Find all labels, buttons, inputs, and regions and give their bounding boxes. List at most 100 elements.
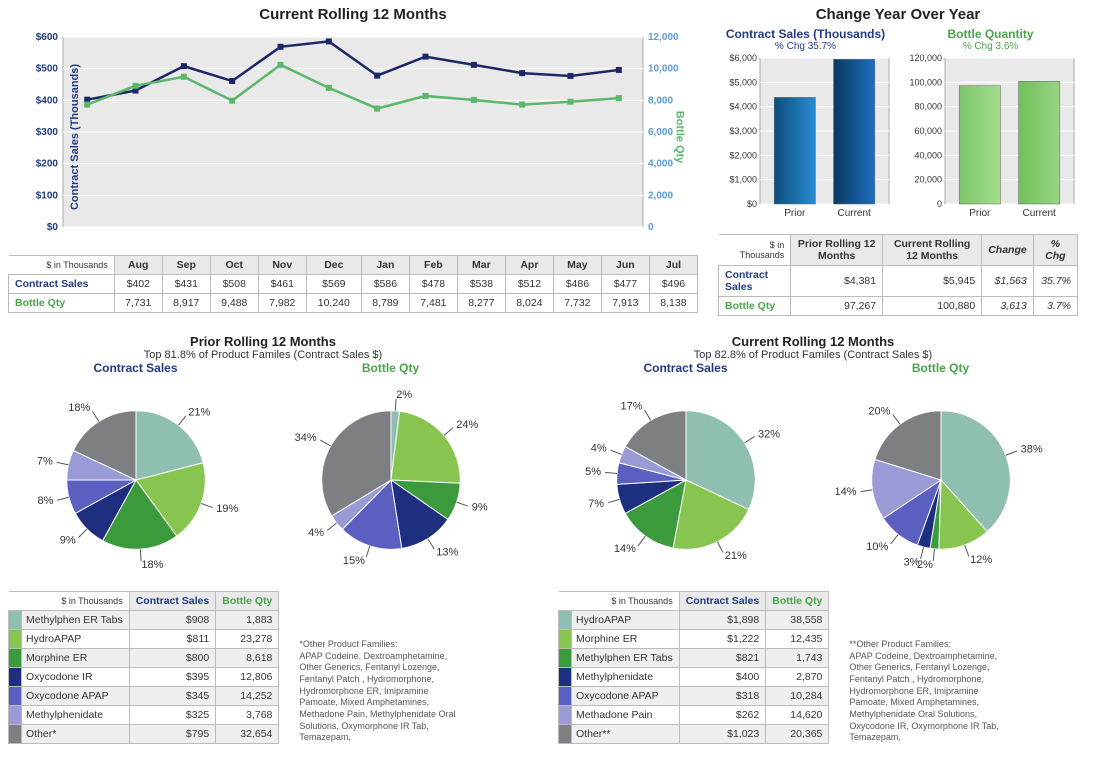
table-row: Other*$79532,654 bbox=[9, 725, 279, 744]
cs-row-label: Contract Sales bbox=[9, 275, 115, 294]
svg-text:40,000: 40,000 bbox=[914, 150, 942, 160]
bq-cell: 10,240 bbox=[306, 294, 361, 313]
cs-cell: $586 bbox=[361, 275, 409, 294]
pie-subtitle: Top 82.8% of Product Familes (Contract S… bbox=[558, 349, 1068, 361]
cs-value: $395 bbox=[129, 668, 216, 687]
bq-value: 10,284 bbox=[766, 687, 829, 706]
cs-value: $908 bbox=[129, 611, 216, 630]
month-header: Mar bbox=[457, 256, 505, 275]
pie-subtitle: Top 81.8% of Product Familes (Contract S… bbox=[8, 349, 518, 361]
month-header: Nov bbox=[258, 256, 306, 275]
product-name: Morphine ER bbox=[572, 630, 680, 649]
prior-pie-panel: Prior Rolling 12 MonthsTop 81.8% of Prod… bbox=[8, 334, 518, 744]
color-swatch bbox=[9, 649, 22, 668]
product-name: Methylphen ER Tabs bbox=[22, 611, 130, 630]
svg-text:$1,000: $1,000 bbox=[729, 175, 757, 185]
svg-text:2,000: 2,000 bbox=[648, 190, 673, 201]
bq-value: 2,870 bbox=[766, 668, 829, 687]
yoy-cs-cell: $1,563 bbox=[982, 266, 1034, 297]
month-header: Jul bbox=[649, 256, 697, 275]
product-table: $ in ThousandsContract SalesBottle QtyMe… bbox=[8, 591, 279, 744]
svg-text:$400: $400 bbox=[36, 95, 59, 106]
table-row: HydroAPAP$1,89838,558 bbox=[559, 611, 829, 630]
product-name: Methadone Pain bbox=[572, 706, 680, 725]
color-swatch bbox=[9, 630, 22, 649]
pie-title: Current Rolling 12 Months bbox=[558, 334, 1068, 349]
svg-text:38%: 38% bbox=[1020, 444, 1042, 456]
yoy-bq-bar-chart: 020,00040,00060,00080,000100,000120,000P… bbox=[903, 52, 1078, 222]
svg-text:14%: 14% bbox=[613, 543, 635, 555]
product-table: $ in ThousandsContract SalesBottle QtyHy… bbox=[558, 591, 829, 744]
color-swatch bbox=[9, 706, 22, 725]
footnote: **Other Product Families:APAP Codeine, D… bbox=[849, 639, 1009, 744]
product-name: Methylphen ER Tabs bbox=[572, 649, 680, 668]
col-bottle-qty: Bottle Qty bbox=[766, 592, 829, 611]
line-chart: $00$1002,000$2004,000$3006,000$4008,000$… bbox=[8, 27, 698, 247]
table-row: Methylphenidate$4002,870 bbox=[559, 668, 829, 687]
svg-text:7%: 7% bbox=[36, 455, 52, 467]
svg-text:$500: $500 bbox=[36, 64, 59, 75]
table-row: Oxycodone APAP$34514,252 bbox=[9, 687, 279, 706]
cs-cell: $512 bbox=[505, 275, 553, 294]
col-bottle-qty: Bottle Qty bbox=[216, 592, 279, 611]
yoy-bq-label: Bottle Quantity bbox=[903, 27, 1078, 41]
cs-value: $800 bbox=[129, 649, 216, 668]
svg-text:Prior: Prior bbox=[969, 208, 991, 219]
color-swatch bbox=[9, 725, 22, 744]
cs-cell: $477 bbox=[601, 275, 649, 294]
svg-text:7%: 7% bbox=[588, 498, 604, 510]
svg-text:$100: $100 bbox=[36, 190, 59, 201]
table-row: Methylphenidate$3253,768 bbox=[9, 706, 279, 725]
svg-text:$0: $0 bbox=[47, 222, 59, 233]
cs-value: $811 bbox=[129, 630, 216, 649]
table-row: Methadone Pain$26214,620 bbox=[559, 706, 829, 725]
table-row: Methylphen ER Tabs$8211,743 bbox=[559, 649, 829, 668]
bq-value: 1,743 bbox=[766, 649, 829, 668]
svg-text:12,000: 12,000 bbox=[648, 32, 679, 43]
yoy-bq-chg: % Chg 3.6% bbox=[903, 41, 1078, 52]
svg-text:12%: 12% bbox=[970, 554, 992, 566]
month-header: Sep bbox=[162, 256, 210, 275]
cs-cell: $538 bbox=[457, 275, 505, 294]
yoy-bq-cell: 97,267 bbox=[791, 297, 883, 316]
bq-value: 12,806 bbox=[216, 668, 279, 687]
svg-text:2%: 2% bbox=[396, 389, 412, 401]
svg-text:120,000: 120,000 bbox=[909, 53, 942, 63]
pie-title: Prior Rolling 12 Months bbox=[8, 334, 518, 349]
svg-text:4%: 4% bbox=[308, 527, 324, 539]
bq-cell: 7,913 bbox=[601, 294, 649, 313]
svg-text:$2,000: $2,000 bbox=[729, 150, 757, 160]
svg-text:Prior: Prior bbox=[784, 208, 806, 219]
svg-text:10,000: 10,000 bbox=[648, 64, 679, 75]
cs-value: $318 bbox=[679, 687, 766, 706]
color-swatch bbox=[559, 630, 572, 649]
svg-text:4%: 4% bbox=[590, 443, 606, 455]
svg-text:17%: 17% bbox=[620, 401, 642, 413]
svg-text:24%: 24% bbox=[456, 419, 478, 431]
bq-cell: 8,789 bbox=[361, 294, 409, 313]
month-header: May bbox=[553, 256, 601, 275]
pie-cs-label: Contract Sales bbox=[31, 361, 241, 375]
svg-text:13%: 13% bbox=[436, 546, 458, 558]
svg-text:$6,000: $6,000 bbox=[729, 53, 757, 63]
svg-text:$3,000: $3,000 bbox=[729, 126, 757, 136]
table-row: HydroAPAP$81123,278 bbox=[9, 630, 279, 649]
bq-cell: 8,917 bbox=[162, 294, 210, 313]
product-name: Morphine ER bbox=[22, 649, 130, 668]
bq-cell: 8,024 bbox=[505, 294, 553, 313]
yoy-bq-cell: 100,880 bbox=[883, 297, 982, 316]
svg-text:20,000: 20,000 bbox=[914, 175, 942, 185]
svg-text:Current: Current bbox=[837, 208, 871, 219]
color-swatch bbox=[559, 706, 572, 725]
color-swatch bbox=[559, 611, 572, 630]
col-contract-sales: Contract Sales bbox=[129, 592, 216, 611]
bq-value: 14,252 bbox=[216, 687, 279, 706]
line-chart-data-table: $ in ThousandsAugSepOctNovDecJanFebMarAp… bbox=[8, 255, 698, 313]
yoy-cs-label: Contract Sales (Thousands) bbox=[718, 27, 893, 41]
line-chart-title: Current Rolling 12 Months bbox=[8, 6, 698, 23]
bq-value: 12,435 bbox=[766, 630, 829, 649]
svg-text:$5,000: $5,000 bbox=[729, 77, 757, 87]
yoy-title: Change Year Over Year bbox=[718, 6, 1078, 23]
bq-cell: 9,488 bbox=[210, 294, 258, 313]
color-swatch bbox=[559, 687, 572, 706]
